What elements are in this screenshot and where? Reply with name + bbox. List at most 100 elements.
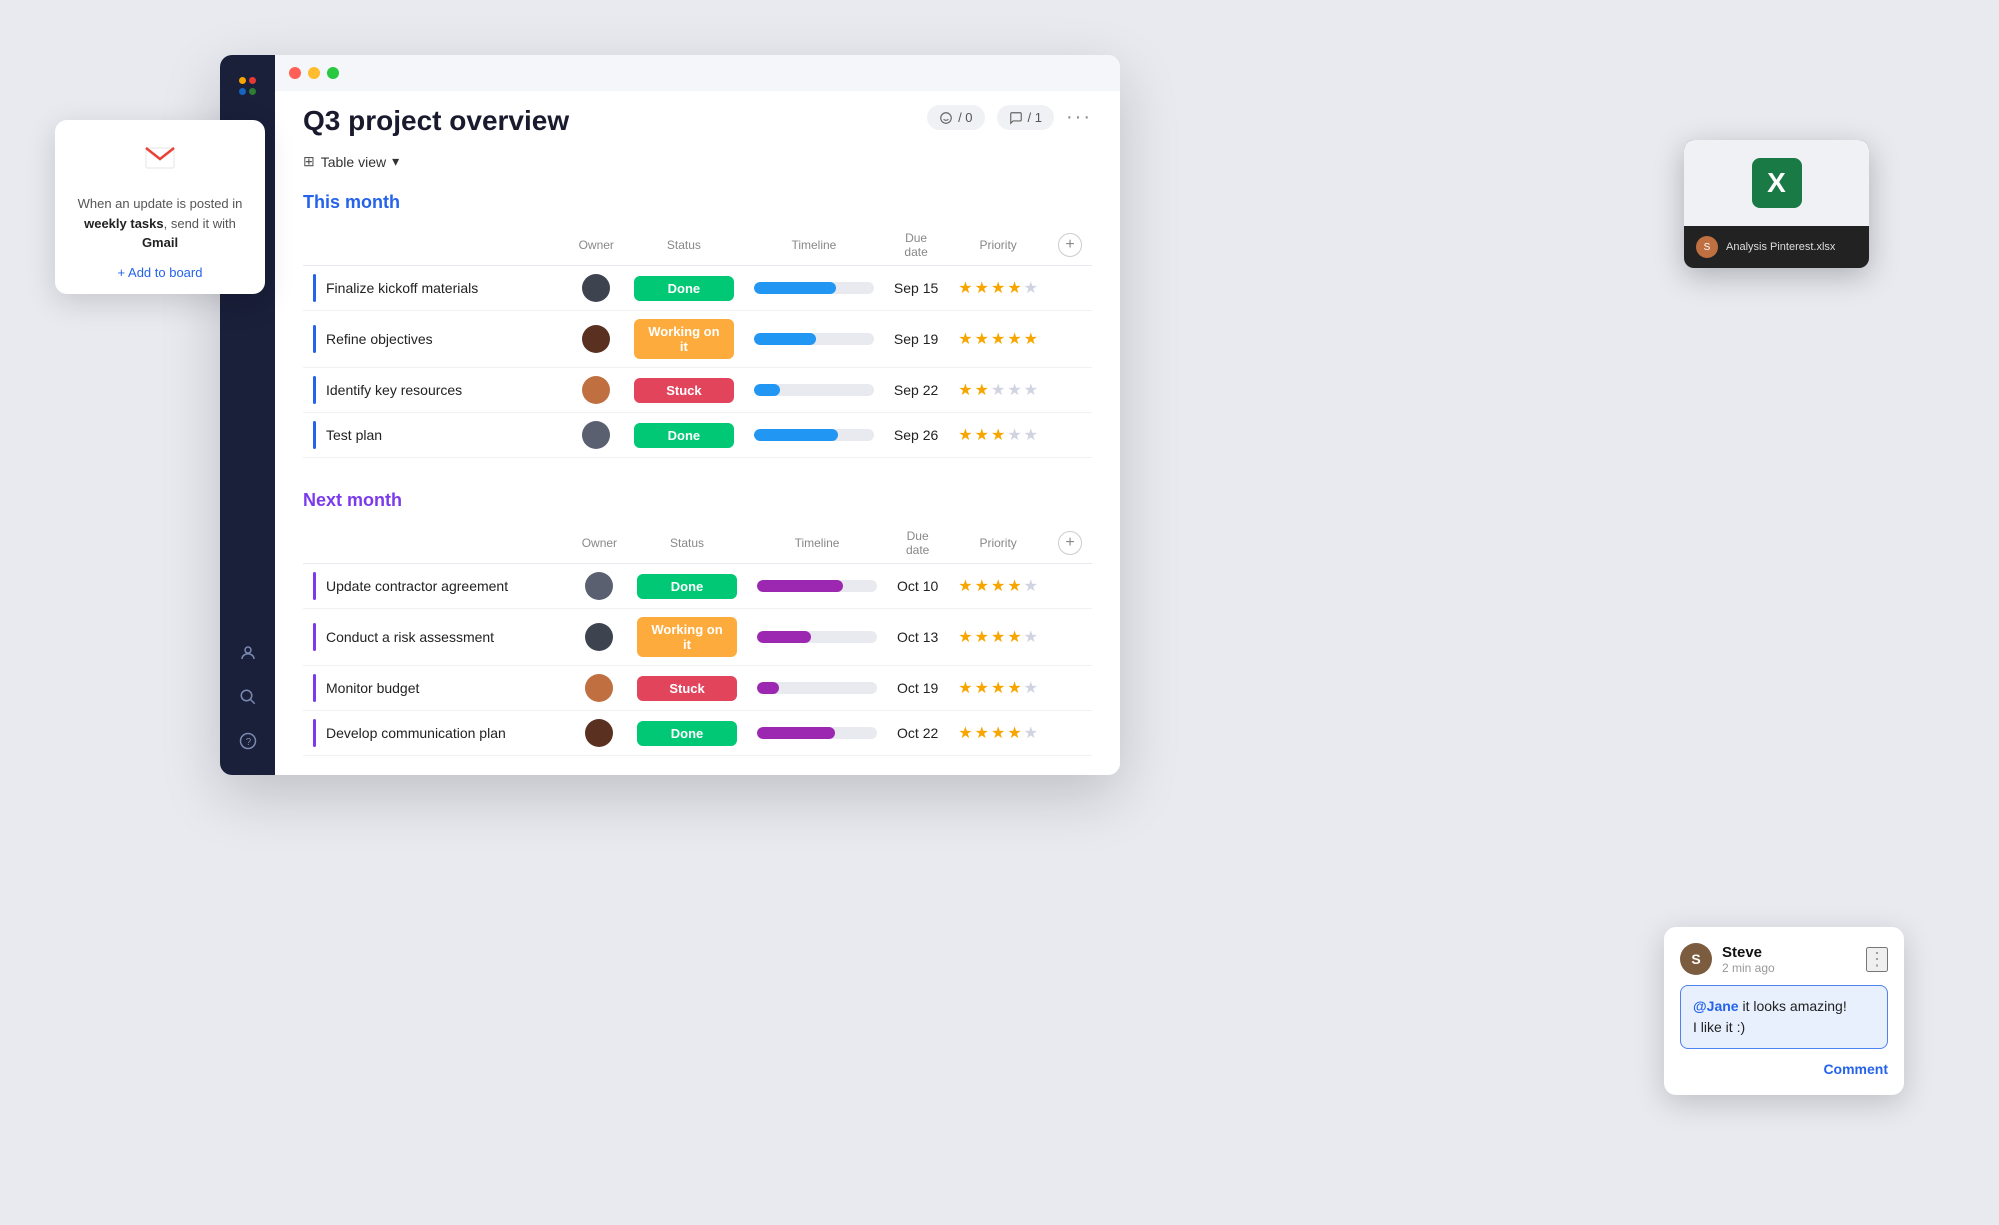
task-priority-cell: ★★★★★: [948, 413, 1048, 458]
close-button[interactable]: [289, 67, 301, 79]
task-name: Update contractor agreement: [326, 578, 508, 594]
task-color-bar: [313, 325, 316, 353]
task-timeline-cell: [747, 609, 887, 666]
table-row[interactable]: Refine objectives Working on it Sep 19 ★…: [303, 311, 1092, 368]
task-duedate-cell: Oct 22: [887, 711, 948, 756]
owner-avatar: [582, 325, 610, 353]
timeline-fill: [757, 682, 779, 694]
gmail-add-to-board[interactable]: + Add to board: [73, 265, 247, 280]
comment-body: @Jane it looks amazing! I like it :): [1680, 985, 1888, 1049]
timeline-fill: [754, 282, 836, 294]
table-row[interactable]: Develop communication plan Done Oct 22 ★…: [303, 711, 1092, 756]
priority-stars: ★★★★★: [958, 678, 1038, 698]
task-owner-cell: [569, 266, 624, 311]
task-name: Monitor budget: [326, 680, 419, 696]
status-badge: Working on it: [634, 319, 734, 359]
comment-more-button[interactable]: ⋮: [1866, 947, 1888, 972]
comment-username: Steve: [1722, 944, 1775, 961]
star-1: ★: [958, 723, 972, 743]
header-actions: / 0 / 1 ···: [927, 105, 1092, 130]
comment-avatar: S: [1680, 943, 1712, 975]
next-month-title: Next month: [303, 490, 1092, 511]
priority-stars: ★★★★★: [958, 380, 1038, 400]
status-badge: Working on it: [637, 617, 737, 657]
star-5: ★: [1024, 678, 1038, 698]
timeline-bar: [757, 727, 877, 739]
add-column-button-2[interactable]: +: [1058, 531, 1082, 555]
task-extra-cell: [1048, 368, 1092, 413]
search-icon[interactable]: [230, 679, 266, 715]
comments-badge[interactable]: / 1: [997, 105, 1054, 130]
task-extra-cell: [1048, 266, 1092, 311]
status-badge: Stuck: [634, 378, 734, 403]
person-icon[interactable]: [230, 635, 266, 671]
task-duedate-cell: Oct 13: [887, 609, 948, 666]
gmail-card-text: When an update is posted in weekly tasks…: [73, 194, 247, 253]
comment-header: S Steve 2 min ago ⋮: [1680, 943, 1888, 975]
table-row[interactable]: Identify key resources Stuck Sep 22 ★★★★…: [303, 368, 1092, 413]
star-5: ★: [1024, 627, 1038, 647]
owner-avatar: [582, 421, 610, 449]
logo-dot-green: [249, 88, 256, 95]
star-1: ★: [958, 329, 972, 349]
comment-submit-button[interactable]: Comment: [1823, 1061, 1888, 1077]
task-name: Conduct a risk assessment: [326, 629, 494, 645]
task-name-cell: Monitor budget: [303, 666, 572, 711]
task-timeline-cell: [744, 368, 884, 413]
task-extra-cell: [1048, 413, 1092, 458]
task-name-cell: Update contractor agreement: [303, 564, 572, 609]
star-1: ★: [958, 576, 972, 596]
star-5: ★: [1024, 425, 1038, 445]
table-row[interactable]: Update contractor agreement Done Oct 10 …: [303, 564, 1092, 609]
star-4: ★: [1007, 425, 1021, 445]
more-options-button[interactable]: ···: [1066, 106, 1092, 129]
comment-text2: I like it :): [1693, 1019, 1745, 1035]
task-duedate-cell: Sep 15: [884, 266, 948, 311]
help-icon[interactable]: ?: [230, 723, 266, 759]
star-3: ★: [991, 576, 1005, 596]
star-2: ★: [975, 627, 989, 647]
maximize-button[interactable]: [327, 67, 339, 79]
star-3: ★: [991, 678, 1005, 698]
add-column-button[interactable]: +: [1058, 233, 1082, 257]
task-name-cell: Conduct a risk assessment: [303, 609, 572, 666]
app-logo: [233, 71, 263, 101]
timeline-bar: [757, 631, 877, 643]
task-color-bar: [313, 274, 316, 302]
task-status-cell: Done: [627, 564, 747, 609]
table-row[interactable]: Finalize kickoff materials Done Sep 15 ★…: [303, 266, 1092, 311]
timeline-fill: [757, 631, 811, 643]
star-5: ★: [1024, 576, 1038, 596]
col-task-name: [303, 225, 569, 266]
view-selector[interactable]: ⊞ Table view ▾: [303, 153, 1092, 170]
table-row[interactable]: Monitor budget Stuck Oct 19 ★★★★★: [303, 666, 1092, 711]
task-status-cell: Working on it: [624, 311, 744, 368]
minimize-button[interactable]: [308, 67, 320, 79]
table-icon: ⊞: [303, 153, 315, 170]
star-1: ★: [958, 425, 972, 445]
logo-dot-blue: [239, 88, 246, 95]
task-name-cell: Identify key resources: [303, 368, 569, 413]
star-5: ★: [1024, 329, 1038, 349]
status-badge: Done: [637, 574, 737, 599]
col-owner: Owner: [572, 523, 627, 564]
main-content: Q3 project overview / 0 / 1 ··· ⊞ Table …: [275, 55, 1120, 775]
task-status-cell: Stuck: [627, 666, 747, 711]
star-1: ★: [958, 678, 972, 698]
star-3: ★: [991, 278, 1005, 298]
table-row[interactable]: Test plan Done Sep 26 ★★★★★: [303, 413, 1092, 458]
task-timeline-cell: [747, 711, 887, 756]
col-add: +: [1048, 523, 1092, 564]
task-duedate-cell: Sep 26: [884, 413, 948, 458]
task-extra-cell: [1048, 711, 1092, 756]
task-owner-cell: [572, 564, 627, 609]
this-month-table: Owner Status Timeline Due date Priority …: [303, 225, 1092, 458]
excel-preview: X: [1684, 140, 1869, 226]
star-1: ★: [958, 380, 972, 400]
table-row[interactable]: Conduct a risk assessment Working on it …: [303, 609, 1092, 666]
excel-user-avatar: S: [1696, 236, 1718, 258]
excel-file-info: S Analysis Pinterest.xlsx: [1684, 226, 1869, 268]
timeline-fill: [757, 580, 843, 592]
reactions-badge[interactable]: / 0: [927, 105, 984, 130]
star-2: ★: [975, 576, 989, 596]
